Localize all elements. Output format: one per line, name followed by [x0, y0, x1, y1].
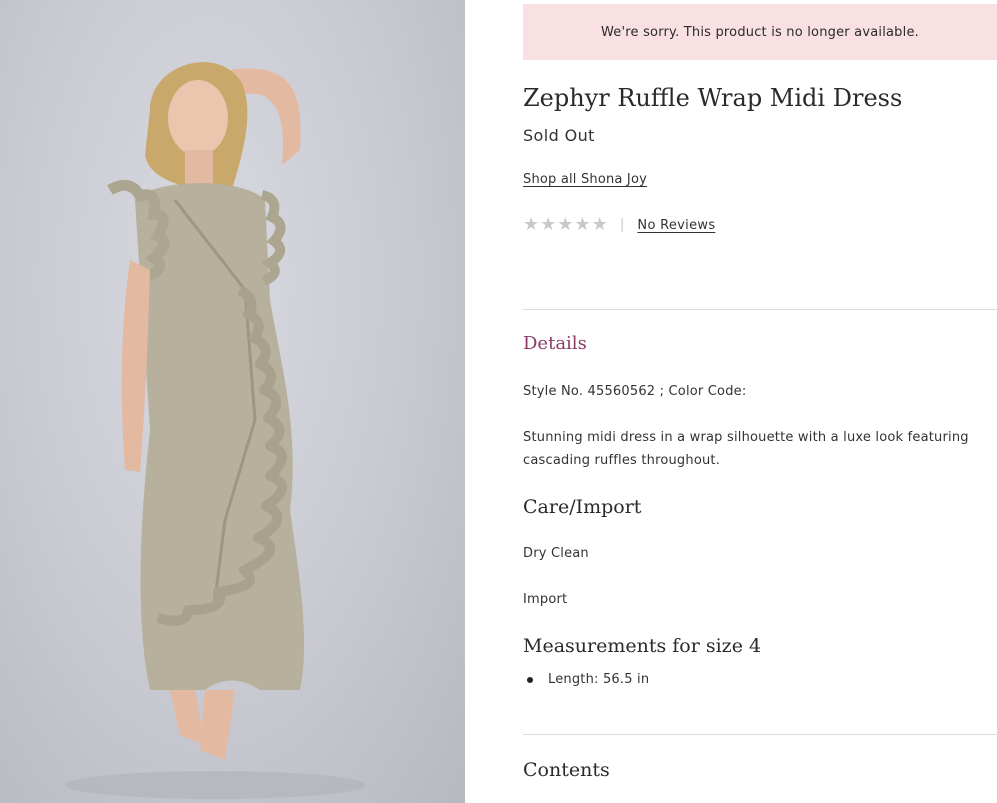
star-icon: ★ [574, 214, 591, 235]
rating-row: ★ ★ ★ ★ ★ | No Reviews [523, 214, 715, 236]
star-icon: ★ [540, 214, 557, 235]
care-instructions: Dry Clean [523, 546, 589, 561]
unavailable-alert: We're sorry. This product is no longer a… [523, 4, 997, 60]
star-icon: ★ [557, 214, 574, 235]
details-heading[interactable]: Details [523, 333, 587, 354]
star-rating[interactable]: ★ ★ ★ ★ ★ [523, 214, 608, 236]
divider [523, 309, 997, 310]
product-description: Stunning midi dress in a wrap silhouette… [523, 430, 969, 468]
model-photo-illustration [65, 62, 365, 799]
measurement-item: Length: 56.5 in [527, 672, 649, 687]
availability-status: Sold Out [523, 126, 595, 145]
measurement-text: Length: 56.5 in [548, 672, 650, 687]
contents-heading[interactable]: Contents [523, 759, 610, 781]
care-import-heading: Care/Import [523, 496, 642, 518]
measurements-heading: Measurements for size 4 [523, 635, 762, 657]
shop-brand-link[interactable]: Shop all Shona Joy [523, 172, 647, 187]
product-details-panel: We're sorry. This product is no longer a… [465, 0, 997, 803]
product-image[interactable] [0, 0, 465, 803]
star-icon: ★ [523, 214, 540, 235]
style-number: Style No. 45560562 ; Color Code: [523, 384, 747, 399]
star-icon: ★ [591, 214, 608, 235]
alert-message: We're sorry. This product is no longer a… [601, 24, 919, 40]
rating-divider: | [619, 217, 625, 233]
reviews-link[interactable]: No Reviews [637, 218, 715, 233]
bullet-icon [527, 676, 533, 683]
product-title: Zephyr Ruffle Wrap Midi Dress [523, 84, 903, 112]
import-info: Import [523, 592, 568, 607]
divider [523, 734, 997, 735]
